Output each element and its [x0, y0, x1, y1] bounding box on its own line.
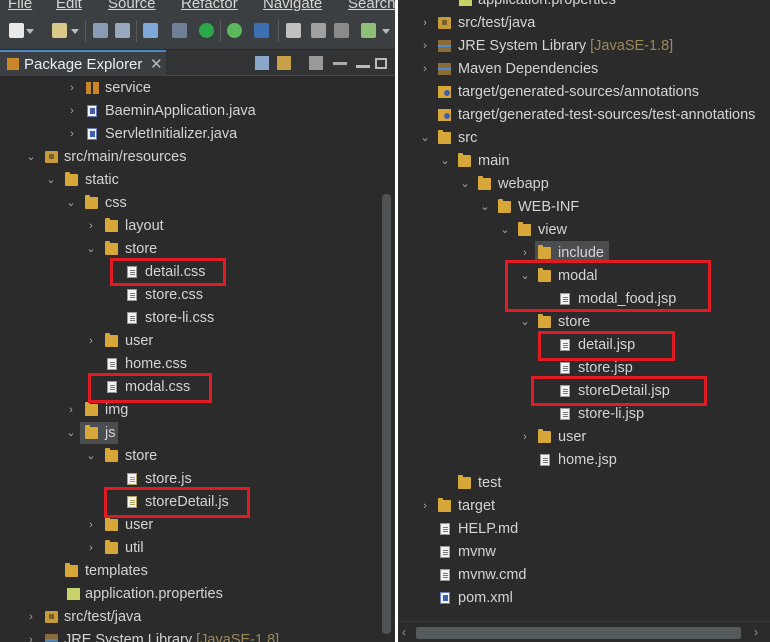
highlight-box-store-detail-jsp [531, 376, 707, 406]
generated-folder-icon [438, 86, 451, 98]
folder-icon [438, 130, 451, 144]
collapsed-arrow-icon[interactable]: › [420, 58, 430, 80]
left-project-tree: › service › BaeminApplication.java › Ser… [0, 0, 395, 642]
file-icon [440, 569, 450, 581]
collapsed-arrow-icon[interactable]: › [420, 495, 430, 517]
scrollbar-thumb[interactable] [416, 627, 741, 639]
collapsed-arrow-icon[interactable]: › [67, 77, 77, 99]
expanded-arrow-icon[interactable]: ⌄ [66, 422, 76, 444]
generated-folder-icon [438, 109, 451, 121]
jsp-file-icon [560, 362, 570, 374]
right-project-tree: application.properties › src/test/java ›… [398, 0, 770, 642]
folder-icon [85, 402, 98, 416]
folder-icon [105, 241, 118, 255]
java-file-icon [87, 105, 97, 117]
expanded-arrow-icon[interactable]: ⌄ [440, 150, 450, 172]
jsp-file-icon [560, 408, 570, 420]
collapsed-arrow-icon[interactable]: › [86, 215, 96, 237]
folder-icon [538, 245, 551, 259]
collapsed-arrow-icon[interactable]: › [86, 537, 96, 559]
markdown-file-icon [440, 523, 450, 535]
maven-pom-icon [440, 592, 450, 604]
expanded-arrow-icon[interactable]: ⌄ [26, 146, 36, 168]
properties-file-icon [459, 0, 472, 6]
highlight-box-detail-jsp [538, 331, 675, 361]
scroll-left-arrow-icon[interactable]: ‹ [402, 625, 406, 639]
expanded-arrow-icon[interactable]: ⌄ [86, 445, 96, 467]
folder-icon [65, 172, 78, 186]
jsp-file-icon [540, 454, 550, 466]
css-file-icon [127, 289, 137, 301]
css-file-icon [127, 312, 137, 324]
css-file-icon [107, 358, 117, 370]
expanded-arrow-icon[interactable]: ⌄ [460, 173, 470, 195]
properties-file-icon [67, 588, 80, 600]
scrollbar-thumb[interactable] [382, 194, 391, 634]
highlight-box-store-detail-js [104, 487, 250, 518]
package-icon [86, 82, 99, 94]
folder-icon [85, 425, 98, 439]
expanded-arrow-icon[interactable]: ⌄ [480, 196, 490, 218]
highlight-box-modal-folder [505, 260, 711, 312]
horizontal-scrollbar[interactable]: ‹ › [398, 621, 770, 642]
expanded-arrow-icon[interactable]: ⌄ [500, 219, 510, 241]
folder-icon [105, 333, 118, 347]
expanded-arrow-icon[interactable]: ⌄ [46, 169, 56, 191]
collapsed-arrow-icon[interactable]: › [67, 123, 77, 145]
folder-icon [105, 218, 118, 232]
folder-icon [105, 448, 118, 462]
collapsed-arrow-icon[interactable]: › [26, 629, 36, 642]
vertical-scrollbar[interactable] [380, 77, 393, 642]
folder-icon [458, 475, 471, 489]
js-file-icon [127, 473, 137, 485]
collapsed-arrow-icon[interactable]: › [66, 399, 76, 421]
folder-icon [498, 199, 511, 213]
folder-icon [518, 222, 531, 236]
folder-icon [438, 498, 451, 512]
expanded-arrow-icon[interactable]: ⌄ [420, 127, 430, 149]
expanded-arrow-icon[interactable]: ⌄ [86, 238, 96, 260]
collapsed-arrow-icon[interactable]: › [86, 514, 96, 536]
highlight-box-detail-css [110, 258, 226, 286]
library-icon [438, 40, 451, 52]
folder-icon [105, 517, 118, 531]
right-eclipse-window: application.properties › src/test/java ›… [398, 0, 770, 642]
folder-icon [85, 195, 98, 209]
folder-icon [105, 540, 118, 554]
source-folder-icon [438, 17, 451, 29]
folder-icon [65, 563, 78, 577]
folder-icon [538, 429, 551, 443]
collapsed-arrow-icon[interactable]: › [86, 330, 96, 352]
file-icon [440, 546, 450, 558]
collapsed-arrow-icon[interactable]: › [420, 12, 430, 34]
left-eclipse-window: File Edit Source Refactor Navigate Searc… [0, 0, 395, 642]
folder-icon [478, 176, 491, 190]
folder-icon [538, 314, 551, 328]
expanded-arrow-icon[interactable]: ⌄ [520, 311, 530, 333]
source-folder-icon [45, 611, 58, 623]
expanded-arrow-icon[interactable]: ⌄ [66, 192, 76, 214]
collapsed-arrow-icon[interactable]: › [26, 606, 36, 628]
collapsed-arrow-icon[interactable]: › [520, 426, 530, 448]
library-icon [438, 63, 451, 75]
library-icon [45, 634, 58, 642]
collapsed-arrow-icon[interactable]: › [67, 100, 77, 122]
highlight-box-modal-css [88, 373, 212, 403]
java-file-icon [87, 128, 97, 140]
folder-icon [458, 153, 471, 167]
collapsed-arrow-icon[interactable]: › [420, 35, 430, 57]
source-folder-icon [45, 151, 58, 163]
scroll-right-arrow-icon[interactable]: › [754, 625, 758, 639]
